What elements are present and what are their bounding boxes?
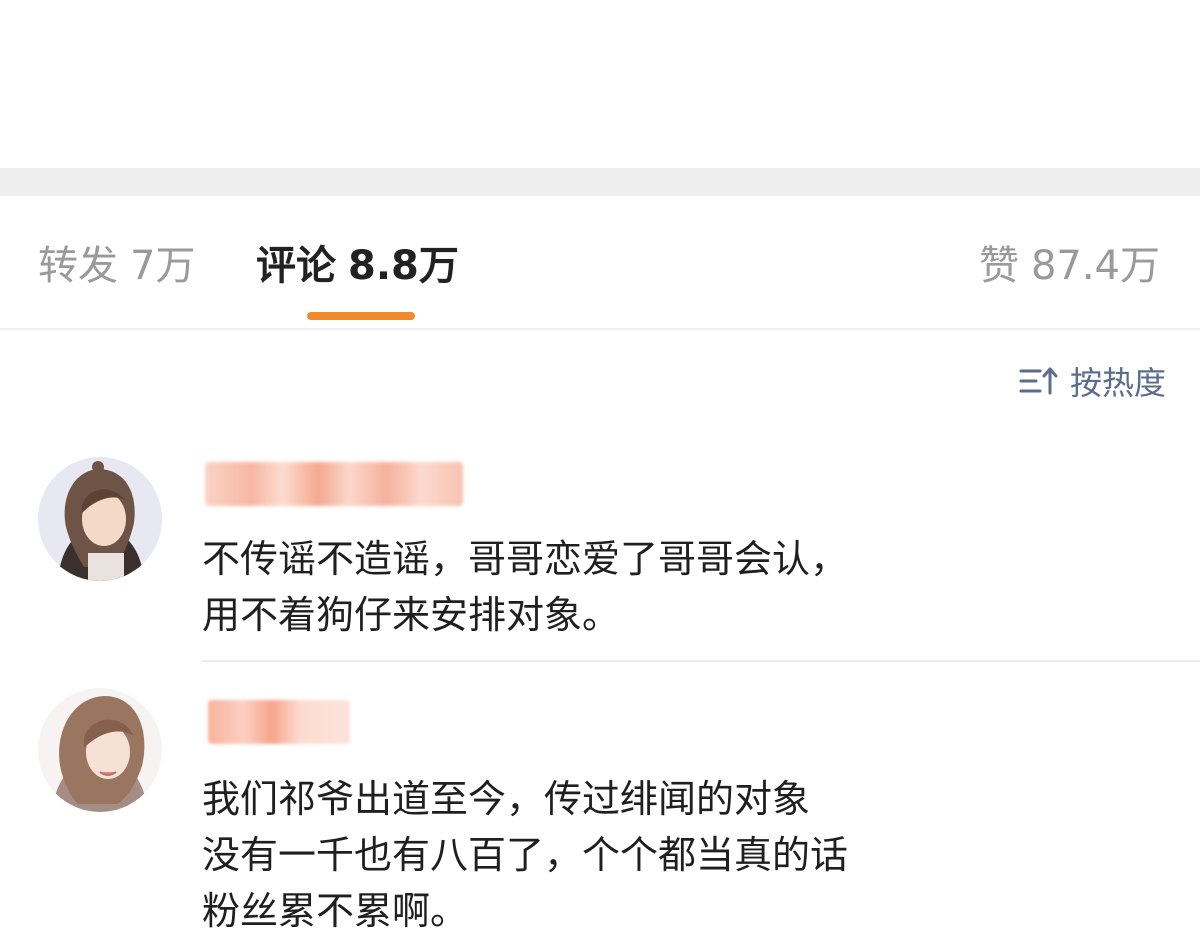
tab-bar-divider xyxy=(0,328,1200,330)
username-redacted xyxy=(205,462,463,506)
tab-comments-count: 8.8万 xyxy=(348,243,459,289)
comment-text: 不传谣不造谣，哥哥恋爱了哥哥会认， 用不着狗仔来安排对象。 xyxy=(202,531,848,643)
tab-likes-count: 87.4万 xyxy=(1030,243,1160,289)
tab-likes[interactable]: 赞 87.4万 xyxy=(979,242,1160,290)
tab-reposts-count: 7万 xyxy=(130,243,196,289)
section-divider xyxy=(0,168,1200,196)
active-tab-indicator xyxy=(307,312,415,320)
comment-line: 没有一千也有八百了，个个都当真的话 xyxy=(202,833,849,877)
comment-text: 我们祁爷出道至今，传过绯闻的对象 没有一千也有八百了，个个都当真的话 粉丝累不累… xyxy=(202,771,848,939)
sort-label: 按热度 xyxy=(1069,364,1166,402)
avatar[interactable] xyxy=(38,457,162,581)
tab-comments[interactable]: 评论 8.8万 xyxy=(256,242,459,290)
comment-line: 用不着狗仔来安排对象。 xyxy=(202,593,621,637)
avatar[interactable] xyxy=(38,688,162,812)
username-redacted xyxy=(208,700,350,744)
tab-comments-label: 评论 xyxy=(256,243,336,289)
comment-line: 不传谣不造谣，哥哥恋爱了哥哥会认， xyxy=(202,537,849,581)
comment-line: 我们祁爷出道至今，传过绯闻的对象 xyxy=(202,777,811,821)
content-area-top xyxy=(0,0,1200,168)
tab-likes-label: 赞 xyxy=(978,243,1019,289)
sort-icon xyxy=(1019,367,1058,395)
sort-by-hot-button[interactable]: 按热度 xyxy=(1018,360,1166,402)
comment-divider xyxy=(202,660,1200,662)
tab-reposts[interactable]: 转发 7万 xyxy=(38,242,195,290)
tab-reposts-label: 转发 xyxy=(38,243,118,289)
comment-line: 粉丝累不累啊。 xyxy=(202,889,469,933)
